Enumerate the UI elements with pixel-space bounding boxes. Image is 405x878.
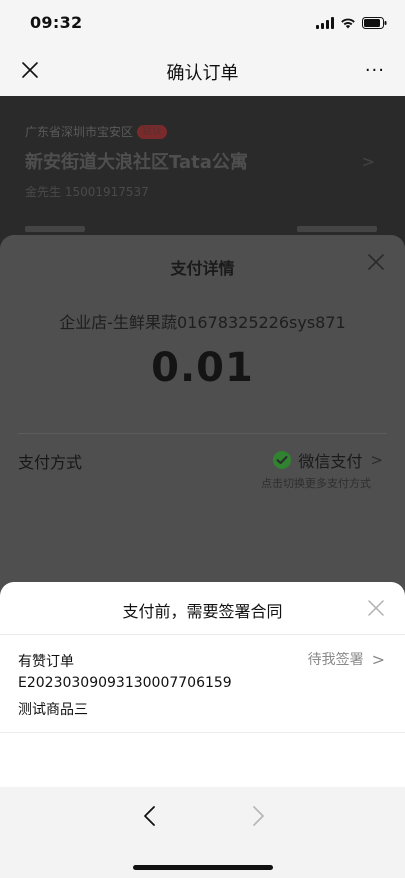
payment-method-label: 支付方式	[18, 453, 83, 472]
contract-item-product: 测试商品三	[18, 702, 88, 718]
wechat-pay-icon	[272, 450, 292, 470]
close-icon[interactable]	[367, 253, 385, 271]
status-icons	[316, 16, 387, 30]
payment-method-hint: 点击切换更多支付方式	[261, 477, 371, 490]
address-region: 广东省深圳市宝安区 默认	[25, 123, 168, 140]
battery-icon	[362, 17, 387, 29]
wifi-icon	[340, 17, 356, 29]
forward-button[interactable]	[246, 801, 270, 831]
contract-item-status[interactable]: 待我签署 >	[308, 649, 385, 669]
payment-amount: 0.01	[151, 345, 254, 391]
contract-status-text: 待我签署	[307, 652, 364, 668]
contract-title: 支付前，需要签署合同	[122, 602, 283, 621]
address-line: 新安街道大浪社区Tata公寓	[25, 152, 248, 173]
contract-item-code: E20230309093130007706159	[18, 675, 232, 691]
contract-sign-sheet: 支付前，需要签署合同 有赞订单 待我签署 > E2023030909313000…	[0, 582, 405, 878]
payment-title: 支付详情	[170, 259, 235, 278]
address-chevron-icon: >	[361, 152, 375, 171]
default-address-tag: 默认	[137, 124, 168, 139]
merchant-name: 企业店-生鲜果蔬01678325226sys871	[59, 313, 346, 332]
more-icon[interactable]: ···	[365, 60, 385, 81]
contract-list-item[interactable]: 有赞订单 待我签署 > E20230309093130007706159 测试商…	[0, 635, 405, 733]
chevron-right-icon: >	[370, 451, 383, 469]
status-bar: 09:32	[0, 0, 405, 44]
address-contact: 金先生 15001917537	[25, 185, 149, 199]
browser-toolbar	[0, 787, 405, 878]
payment-method-selector[interactable]: 微信支付 >	[272, 448, 383, 472]
close-icon[interactable]	[367, 599, 385, 617]
payment-method-value: 微信支付	[298, 452, 363, 471]
divider	[18, 433, 387, 434]
hidden-row-right	[297, 226, 377, 232]
address-region-text: 广东省深圳市宝安区	[25, 125, 134, 139]
chevron-right-icon: >	[371, 649, 385, 669]
back-button[interactable]	[138, 801, 162, 831]
contract-item-name: 有赞订单	[18, 654, 74, 670]
signal-icon	[316, 17, 334, 29]
page-title: 确认订单	[166, 63, 239, 84]
home-indicator	[133, 865, 273, 870]
contract-header: 支付前，需要签署合同	[0, 582, 405, 635]
navbar: 确认订单 ···	[0, 44, 405, 96]
hidden-row-left	[25, 226, 85, 232]
status-time: 09:32	[30, 13, 83, 32]
